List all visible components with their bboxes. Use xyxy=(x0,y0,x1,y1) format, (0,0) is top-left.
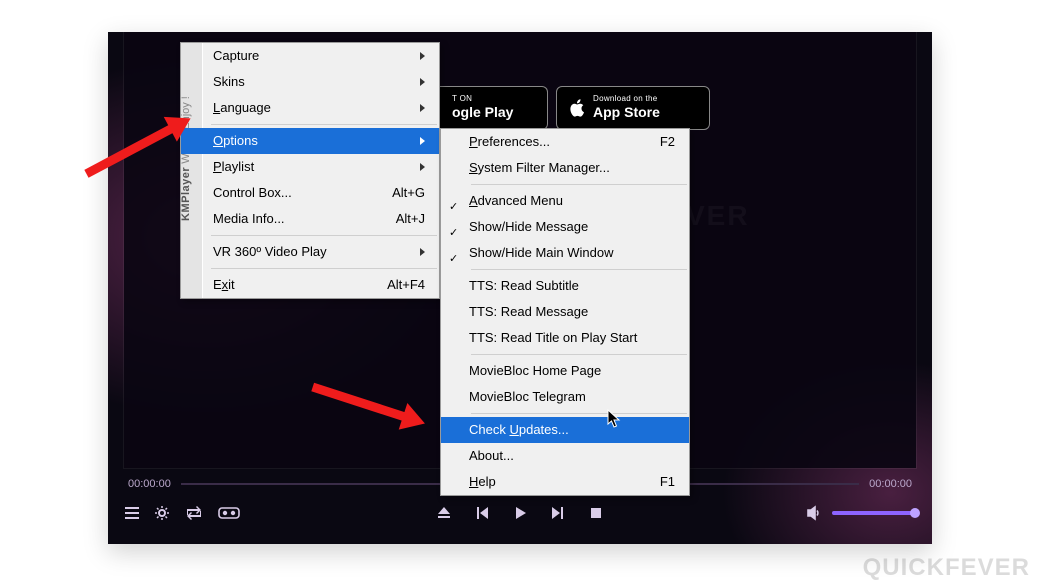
submenu-item-tts-read-title-on-play-start[interactable]: TTS: Read Title on Play Start xyxy=(441,325,689,351)
vr-icon[interactable] xyxy=(218,505,240,521)
menu-item-vr-360-video-play[interactable]: VR 360º Video Play xyxy=(181,239,439,265)
submenu-arrow-icon xyxy=(420,137,425,145)
menu-separator xyxy=(211,124,437,125)
menu-separator xyxy=(471,184,687,185)
menu-item-shortcut: F1 xyxy=(660,469,675,495)
menu-item-capture[interactable]: Capture xyxy=(181,43,439,69)
menu-separator xyxy=(211,268,437,269)
context-menu: KMPlayer We All Enjoy ! CaptureSkinsLang… xyxy=(180,42,440,299)
menu-separator xyxy=(471,269,687,270)
volume-thumb[interactable] xyxy=(910,508,920,518)
menu-item-label: About... xyxy=(469,443,514,469)
submenu-item-show-hide-message[interactable]: ✓Show/Hide Message xyxy=(441,214,689,240)
stop-icon[interactable] xyxy=(588,505,604,521)
submenu-item-moviebloc-telegram[interactable]: MovieBloc Telegram xyxy=(441,384,689,410)
menu-item-control-box[interactable]: Control Box... Alt+G xyxy=(181,180,439,206)
menu-item-label: MovieBloc Home Page xyxy=(469,358,601,384)
menu-item-label: Show/Hide Main Window xyxy=(469,240,614,266)
menu-item-language[interactable]: Language xyxy=(181,95,439,121)
watermark-corner: QUICKFEVER xyxy=(863,554,1030,582)
menu-item-label: Exit xyxy=(213,272,235,298)
menu-item-label: Skins xyxy=(213,69,245,95)
submenu-arrow-icon xyxy=(420,104,425,112)
submenu-item-tts-read-subtitle[interactable]: TTS: Read Subtitle xyxy=(441,273,689,299)
menu-item-label: Help xyxy=(469,469,496,495)
menu-item-options[interactable]: Options xyxy=(181,128,439,154)
google-play-small: T ON xyxy=(452,95,513,103)
volume-slider[interactable] xyxy=(832,511,916,515)
submenu-arrow-icon xyxy=(420,52,425,60)
menu-item-shortcut: F2 xyxy=(660,129,675,155)
menu-item-shortcut: Alt+F4 xyxy=(387,272,425,298)
submenu-arrow-icon xyxy=(420,78,425,86)
submenu-item-about[interactable]: About... xyxy=(441,443,689,469)
menu-item-label: Language xyxy=(213,95,271,121)
menu-item-shortcut: Alt+G xyxy=(392,180,425,206)
submenu-arrow-icon xyxy=(420,163,425,171)
time-elapsed: 00:00:00 xyxy=(128,478,171,490)
menu-item-exit[interactable]: Exit Alt+F4 xyxy=(181,272,439,298)
menu-item-label: TTS: Read Subtitle xyxy=(469,273,579,299)
check-icon: ✓ xyxy=(449,246,458,272)
time-total: 00:00:00 xyxy=(869,478,912,490)
eject-icon[interactable] xyxy=(436,505,452,521)
submenu-item-advanced-menu[interactable]: ✓Advanced Menu xyxy=(441,188,689,214)
menu-item-shortcut: Alt+J xyxy=(396,206,425,232)
submenu-item-help[interactable]: Help F1 xyxy=(441,469,689,495)
google-play-badge[interactable]: T ON ogle Play xyxy=(440,86,548,130)
controls-bar xyxy=(124,500,916,526)
menu-item-label: Playlist xyxy=(213,154,254,180)
app-store-small: Download on the xyxy=(593,95,660,103)
next-icon[interactable] xyxy=(550,505,566,521)
menu-item-label: MovieBloc Telegram xyxy=(469,384,586,410)
submenu-arrow-icon xyxy=(420,248,425,256)
app-store-big: App Store xyxy=(593,105,660,120)
submenu-item-tts-read-message[interactable]: TTS: Read Message xyxy=(441,299,689,325)
google-play-big: ogle Play xyxy=(452,105,513,120)
menu-item-label: System Filter Manager... xyxy=(469,155,610,181)
apple-icon xyxy=(569,99,585,117)
menu-item-label: Options xyxy=(213,128,258,154)
play-icon[interactable] xyxy=(512,505,528,521)
submenu-item-preferences[interactable]: Preferences... F2 xyxy=(441,129,689,155)
menu-item-label: Show/Hide Message xyxy=(469,214,588,240)
menu-item-label: Media Info... xyxy=(213,206,285,232)
menu-item-label: VR 360º Video Play xyxy=(213,239,327,265)
submenu-item-show-hide-main-window[interactable]: ✓Show/Hide Main Window xyxy=(441,240,689,266)
menu-item-label: Capture xyxy=(213,43,259,69)
menu-item-label: TTS: Read Title on Play Start xyxy=(469,325,637,351)
menu-separator xyxy=(471,413,687,414)
menu-item-label: Preferences... xyxy=(469,129,550,155)
menu-item-label: Check Updates... xyxy=(469,417,569,443)
menu-item-label: Advanced Menu xyxy=(469,188,563,214)
playlist-icon[interactable] xyxy=(124,505,140,521)
submenu-item-system-filter-manager[interactable]: System Filter Manager... xyxy=(441,155,689,181)
settings-icon[interactable] xyxy=(154,505,170,521)
submenu-item-check-updates[interactable]: Check Updates... xyxy=(441,417,689,443)
prev-icon[interactable] xyxy=(474,505,490,521)
repeat-icon[interactable] xyxy=(184,505,204,521)
menu-item-label: Control Box... xyxy=(213,180,292,206)
cursor-icon xyxy=(607,409,621,429)
options-submenu: Preferences... F2 System Filter Manager...… xyxy=(440,128,690,496)
menu-item-label: TTS: Read Message xyxy=(469,299,588,325)
volume-icon[interactable] xyxy=(806,505,822,521)
submenu-item-moviebloc-home-page[interactable]: MovieBloc Home Page xyxy=(441,358,689,384)
app-store-badge[interactable]: Download on the App Store xyxy=(556,86,710,130)
menu-item-playlist[interactable]: Playlist xyxy=(181,154,439,180)
menu-item-media-info[interactable]: Media Info... Alt+J xyxy=(181,206,439,232)
menu-separator xyxy=(471,354,687,355)
menu-separator xyxy=(211,235,437,236)
menu-item-skins[interactable]: Skins xyxy=(181,69,439,95)
